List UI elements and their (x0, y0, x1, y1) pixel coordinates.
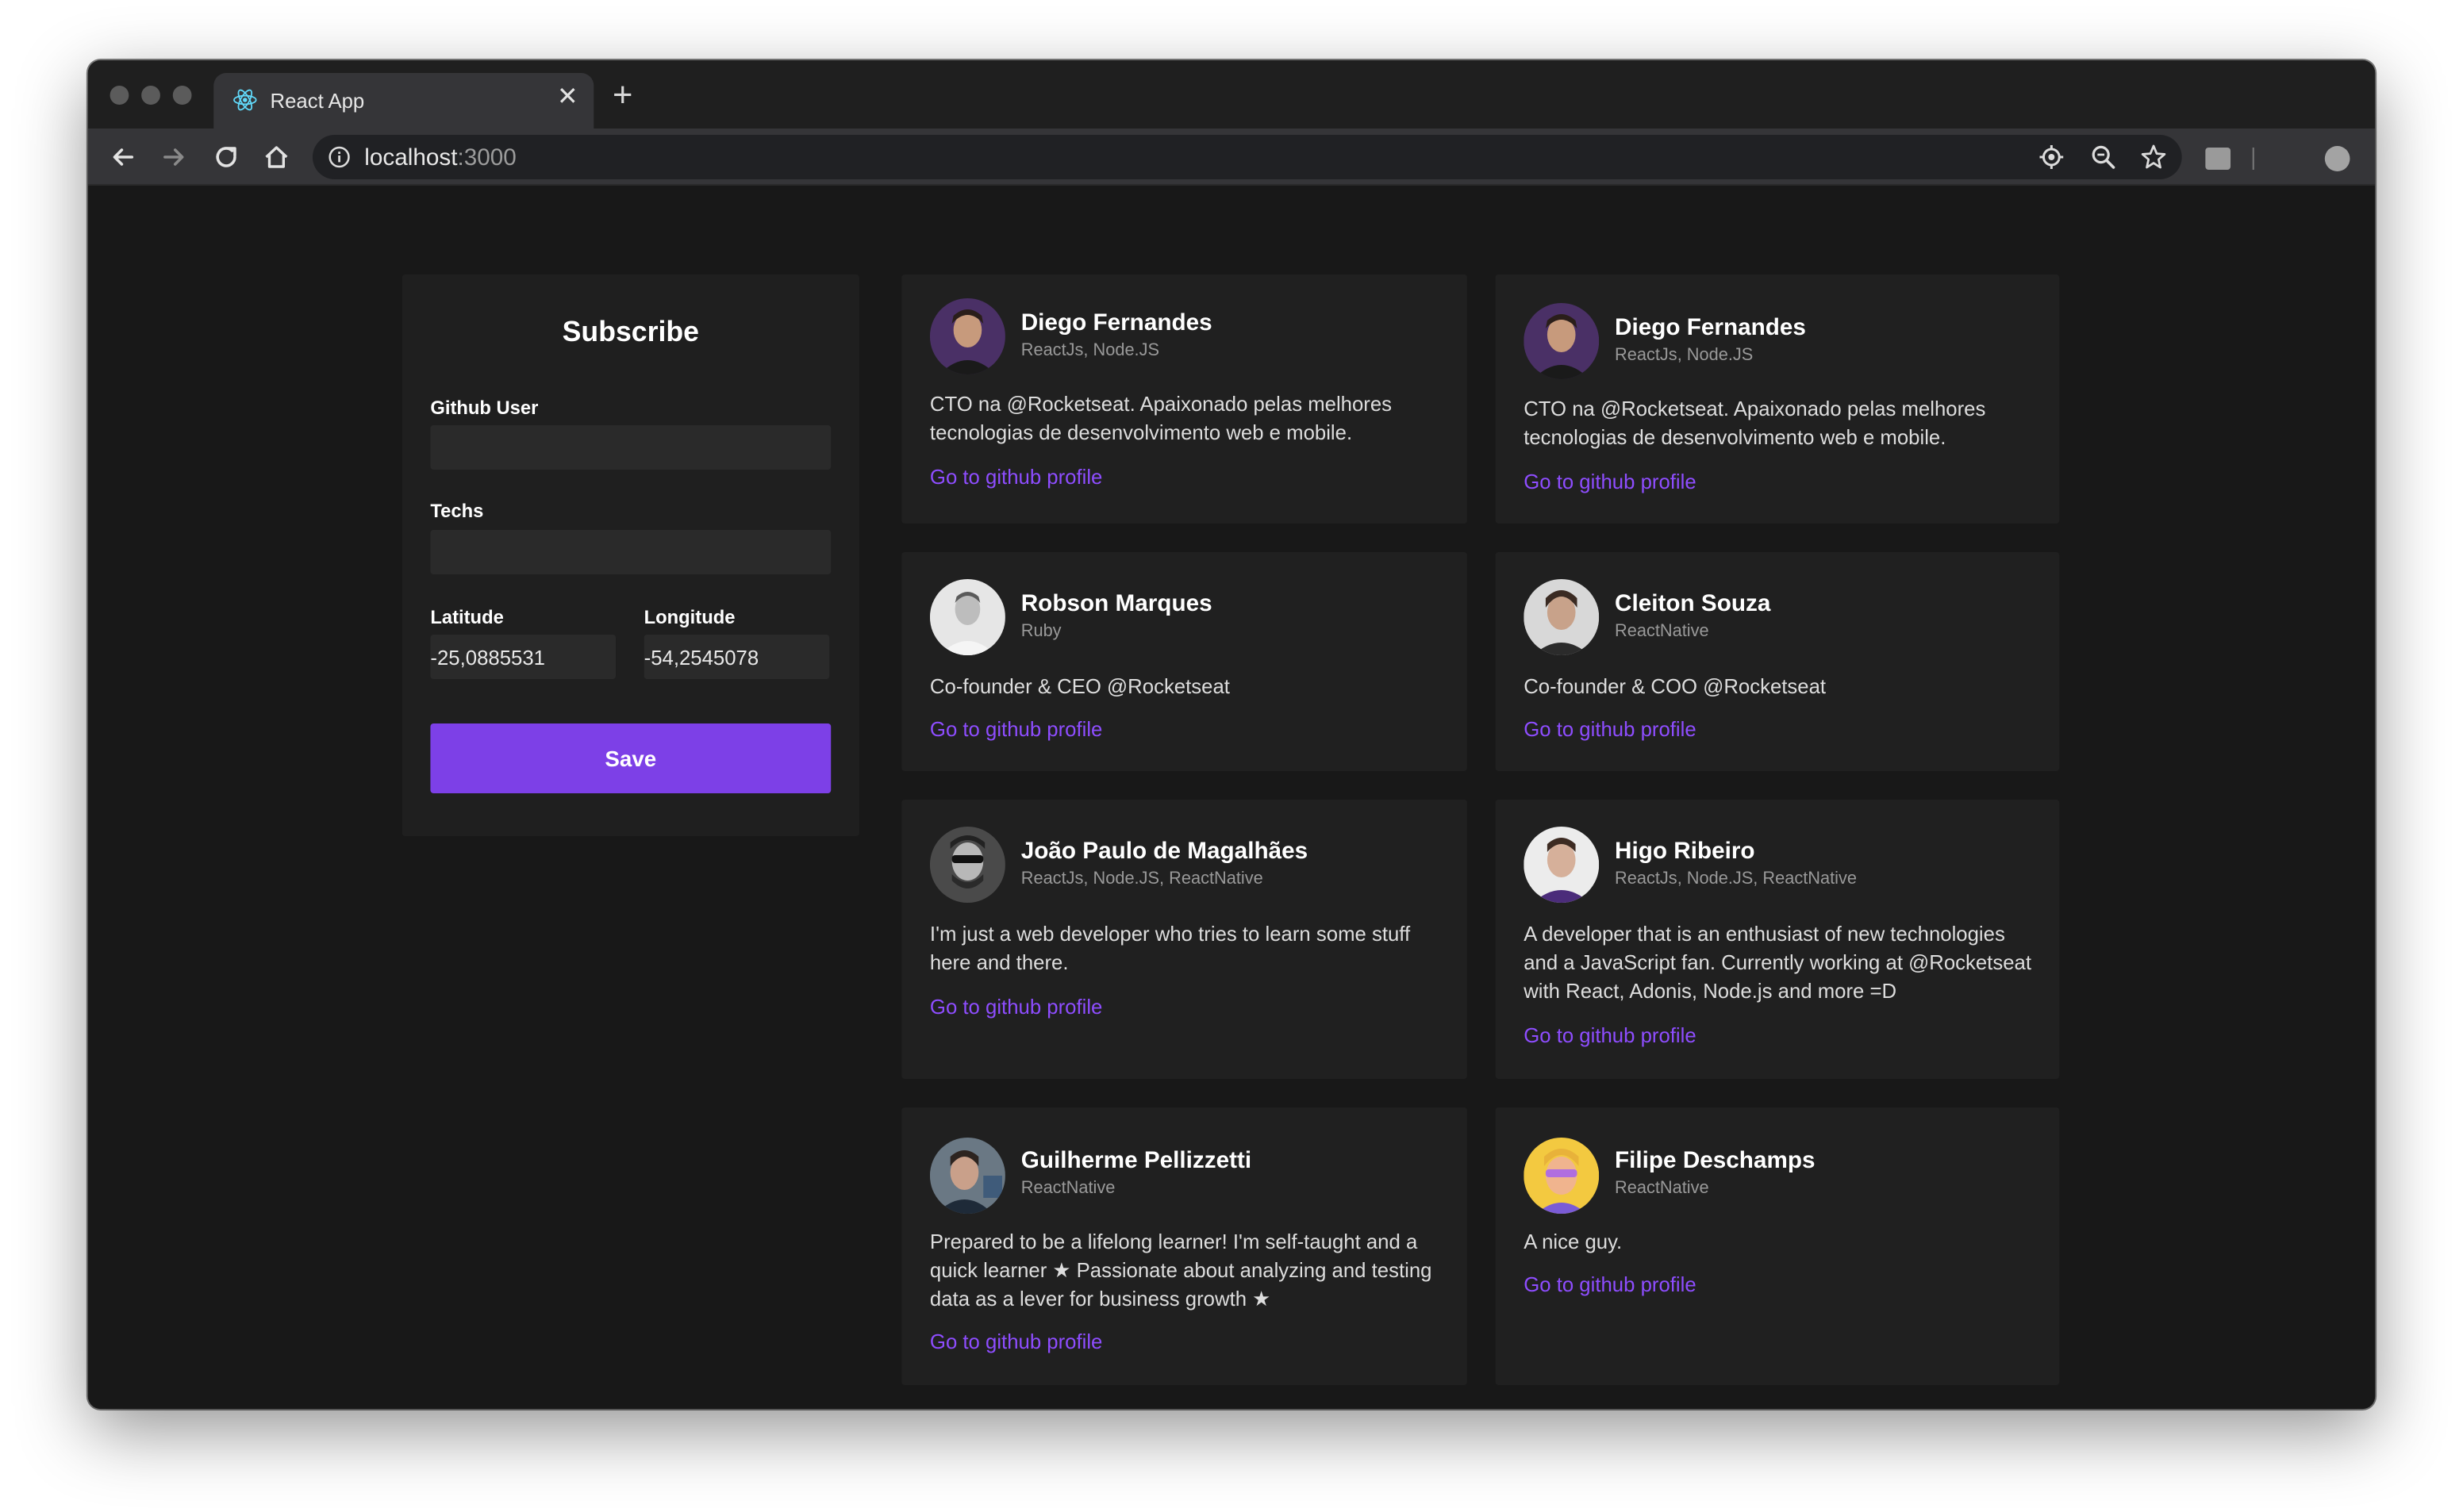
save-button[interactable]: Save (430, 723, 832, 793)
react-icon (233, 89, 257, 111)
form-title: Subscribe (562, 316, 699, 347)
minimize-window-button[interactable] (141, 86, 160, 105)
reload-icon[interactable] (210, 141, 242, 173)
dev-techs: ReactJs, Node.JS, ReactNative (1615, 869, 1858, 888)
tab-react-app[interactable]: React App ✕ (213, 73, 594, 130)
zoom-window-button[interactable] (172, 86, 192, 105)
info-icon[interactable] (329, 146, 351, 168)
dev-bio: Co-founder & COO @Rocketseat (1524, 674, 1827, 698)
home-icon[interactable] (261, 141, 293, 173)
avatar (929, 827, 1005, 903)
location-icon[interactable] (2038, 143, 2066, 171)
dev-card: Higo Ribeiro ReactJs, Node.JS, ReactNati… (1495, 800, 2060, 1079)
latitude-label: Latitude (430, 606, 504, 628)
zoom-icon[interactable] (2089, 143, 2118, 171)
dev-techs: Ruby (1020, 622, 1062, 641)
dev-techs: ReactNative (1615, 622, 1709, 641)
techs-input[interactable] (430, 530, 832, 574)
bookmark-star-icon[interactable] (2139, 143, 2168, 171)
url-port: :3000 (457, 144, 517, 171)
new-tab-button[interactable]: + (613, 77, 632, 112)
url-host: localhost (364, 144, 458, 171)
avatar (1524, 303, 1600, 379)
close-tab-icon[interactable]: ✕ (557, 84, 578, 113)
screen: React App ✕ + localhost:3000 Subscribe G… (0, 0, 2463, 1512)
extension-code-icon[interactable] (2205, 148, 2231, 170)
dev-name: Higo Ribeiro (1615, 838, 1755, 865)
dev-card: Diego Fernandes ReactJs, Node.JS CTO na … (1495, 274, 2060, 524)
github-user-input[interactable] (430, 425, 832, 470)
dev-card: Diego Fernandes ReactJs, Node.JS CTO na … (901, 274, 1467, 524)
dev-name: Filipe Deschamps (1615, 1147, 1816, 1174)
browser-toolbar: localhost:3000 (87, 129, 2376, 186)
dev-techs: ReactJs, Node.JS (1020, 341, 1160, 360)
avatar (929, 298, 1005, 374)
dev-techs: ReactJs, Node.JS (1615, 346, 1754, 365)
dev-card: Filipe Deschamps ReactNative A nice guy.… (1495, 1107, 2060, 1385)
latitude-value: -25,0885531 (430, 646, 545, 670)
longitude-input[interactable]: -54,2545078 (644, 635, 830, 679)
longitude-value: -54,2545078 (644, 646, 759, 670)
techs-label: Techs (430, 500, 484, 522)
dev-name: Cleiton Souza (1615, 590, 1771, 617)
github-profile-link[interactable]: Go to github profile (930, 995, 1102, 1019)
dev-card: Robson Marques Ruby Co-founder & CEO @Ro… (901, 552, 1467, 771)
profile-avatar-icon[interactable] (2324, 146, 2350, 171)
back-arrow-icon[interactable] (107, 141, 139, 173)
dev-bio: A developer that is an enthusiast of new… (1524, 922, 2031, 1003)
address-bar[interactable]: localhost:3000 (312, 135, 2182, 179)
avatar (1524, 827, 1600, 903)
subscribe-form: Subscribe Github User Techs Latitude -25… (402, 274, 859, 836)
github-profile-link[interactable]: Go to github profile (1524, 1272, 1696, 1296)
dev-bio: CTO na @Rocketseat. Apaixonado pelas mel… (1524, 397, 1986, 449)
github-user-label: Github User (430, 397, 539, 419)
dev-techs: ReactNative (1020, 1179, 1116, 1198)
dev-name: Guilherme Pellizzetti (1020, 1147, 1252, 1174)
close-window-button[interactable] (110, 86, 129, 105)
dev-name: Robson Marques (1020, 590, 1212, 617)
avatar (929, 579, 1005, 655)
toolbar-separator (2252, 148, 2254, 170)
github-profile-link[interactable]: Go to github profile (1524, 1023, 1696, 1047)
dev-bio: Prepared to be a lifelong learner! I'm s… (929, 1230, 1432, 1311)
github-profile-link[interactable]: Go to github profile (1524, 470, 1696, 493)
github-profile-link[interactable]: Go to github profile (1524, 717, 1696, 741)
avatar (1524, 1138, 1600, 1214)
browser-window: React App ✕ + localhost:3000 Subscribe G… (87, 60, 2376, 1409)
github-profile-link[interactable]: Go to github profile (930, 717, 1102, 741)
avatar (1524, 579, 1600, 655)
forward-arrow-icon[interactable] (159, 141, 190, 173)
dev-name: João Paulo de Magalhães (1020, 838, 1308, 865)
tab-title: React App (270, 89, 365, 113)
github-profile-link[interactable]: Go to github profile (930, 465, 1102, 489)
github-profile-link[interactable]: Go to github profile (930, 1330, 1102, 1353)
dev-name: Diego Fernandes (1615, 314, 1806, 341)
dev-name: Diego Fernandes (1020, 309, 1212, 336)
dev-card: Cleiton Souza ReactNative Co-founder & C… (1495, 552, 2060, 771)
dev-bio: CTO na @Rocketseat. Apaixonado pelas mel… (929, 392, 1393, 444)
dev-techs: ReactJs, Node.JS, ReactNative (1020, 869, 1263, 888)
latitude-input[interactable]: -25,0885531 (430, 635, 617, 679)
dev-bio: A nice guy. (1524, 1230, 1623, 1253)
url-text[interactable]: localhost:3000 (364, 144, 517, 171)
page-viewport: Subscribe Github User Techs Latitude -25… (87, 187, 2376, 1409)
dev-bio: Co-founder & CEO @Rocketseat (929, 674, 1230, 698)
tab-strip: React App ✕ + (87, 60, 2376, 130)
dev-techs: ReactNative (1615, 1179, 1709, 1198)
dev-card: João Paulo de Magalhães ReactJs, Node.JS… (901, 800, 1467, 1079)
dev-card: Guilherme Pellizzetti ReactNative Prepar… (901, 1107, 1467, 1385)
avatar (929, 1138, 1005, 1214)
longitude-label: Longitude (644, 606, 736, 628)
dev-bio: I'm just a web developer who tries to le… (929, 922, 1411, 974)
